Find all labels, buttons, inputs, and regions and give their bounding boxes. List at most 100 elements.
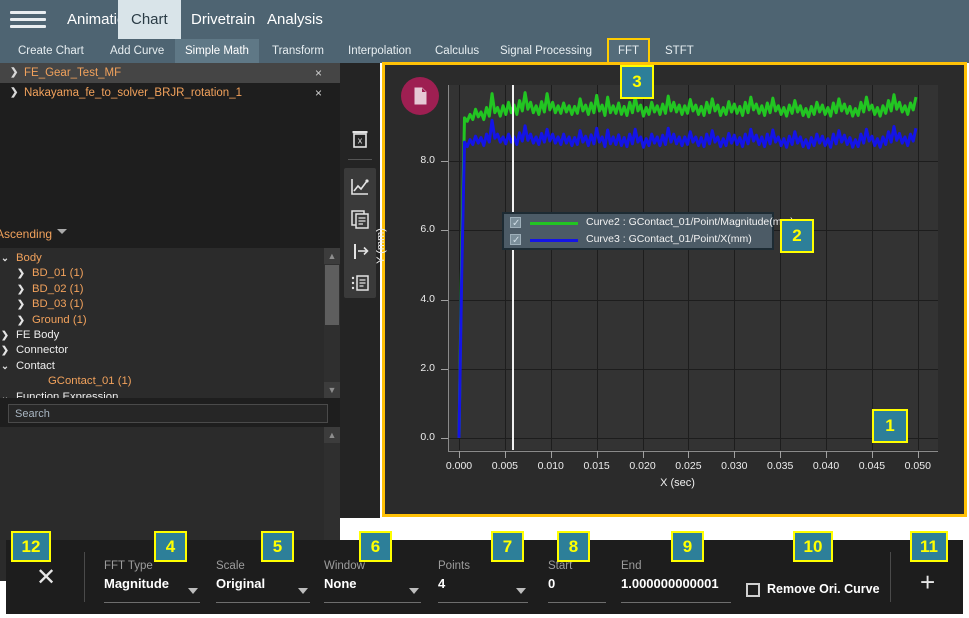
tree-node[interactable]: ❯BD_03 (1) <box>0 297 340 312</box>
tab-signal-processing[interactable]: Signal Processing <box>490 39 602 63</box>
tab-calculus[interactable]: Calculus <box>425 39 489 63</box>
legend-label: Curve3 : GContact_01/Point/X(mm) <box>586 231 752 248</box>
divider <box>890 552 891 602</box>
x-tick <box>918 451 919 458</box>
tree-node-label: BD_01 (1) <box>32 266 84 281</box>
menu-item-analysis[interactable]: Analysis <box>254 0 336 39</box>
tree-node[interactable]: ⌄Body <box>0 251 340 266</box>
tab-interpolation[interactable]: Interpolation <box>338 39 421 63</box>
y-tick-label: 2.0 <box>395 362 435 374</box>
file-icon[interactable] <box>401 77 439 115</box>
remove-ori-curve-checkbox[interactable] <box>746 583 760 597</box>
field-underline <box>324 602 421 603</box>
chart-icon[interactable] <box>346 173 374 201</box>
tab-stft[interactable]: STFT <box>655 39 704 63</box>
legend-row[interactable]: Curve2 : GContact_01/Point/Magnitude(mm) <box>504 214 772 231</box>
close-icon[interactable]: ✕ <box>26 558 66 598</box>
tab-add-curve[interactable]: Add Curve <box>100 39 174 63</box>
y-tick <box>441 300 448 301</box>
annotation-badge-3: 3 <box>620 65 654 99</box>
curve-source-label: Nakayama_fe_to_solver_BRJR_rotation_1 <box>24 83 242 103</box>
plus-icon[interactable]: + <box>920 567 935 598</box>
chevron-right-icon[interactable]: ❯ <box>10 83 18 103</box>
close-icon[interactable]: × <box>315 83 322 103</box>
close-icon[interactable]: × <box>315 63 322 83</box>
x-tick-label: 0.045 <box>850 460 894 472</box>
x-tick-label: 0.010 <box>529 460 573 472</box>
field-end: End1.000000000001 <box>621 560 719 591</box>
hamburger-icon[interactable] <box>10 11 46 29</box>
align-icon[interactable] <box>346 237 374 265</box>
scroll-up-icon[interactable]: ▲ <box>324 248 340 264</box>
tab-transform[interactable]: Transform <box>262 39 334 63</box>
plot-area[interactable] <box>448 85 938 450</box>
dropdown-value[interactable]: Magnitude <box>104 576 169 591</box>
chevron-right-icon[interactable]: ❯ <box>17 313 25 328</box>
x-tick-label: 0.020 <box>621 460 665 472</box>
tree-node[interactable]: ❯BD_02 (1) <box>0 282 340 297</box>
remove-ori-curve-label[interactable]: Remove Ori. Curve <box>767 582 880 596</box>
tab-fft[interactable]: FFT <box>608 39 649 63</box>
tree-scroll-thumb[interactable] <box>325 265 339 325</box>
field-points: Points4 <box>438 560 470 591</box>
chevron-down-icon[interactable]: ⌄ <box>1 390 9 398</box>
dropdown-value[interactable]: None <box>324 576 365 591</box>
chevron-down-icon[interactable] <box>409 588 419 594</box>
tree-node[interactable]: ⌄Contact <box>0 359 340 374</box>
field-scale: ScaleOriginal <box>216 560 265 591</box>
field-underline <box>548 602 606 603</box>
dropdown-value[interactable]: Original <box>216 576 265 591</box>
x-tick <box>734 451 735 458</box>
list-detail-icon[interactable] <box>346 269 374 297</box>
field-underline <box>104 602 200 603</box>
y-tick-label: 6.0 <box>395 223 435 235</box>
chart-panel[interactable]: 0.0000.0050.0100.0150.0200.0250.0300.035… <box>382 62 967 517</box>
legend-row[interactable]: Curve3 : GContact_01/Point/X(mm) <box>504 231 772 248</box>
curve-source-row[interactable]: ❯FE_Gear_Test_MF× <box>0 63 340 83</box>
tree-node[interactable]: ❯Connector <box>0 343 340 358</box>
text-input[interactable]: 1.000000000001 <box>621 576 719 591</box>
chevron-down-icon[interactable] <box>57 229 67 234</box>
y-tick <box>441 438 448 439</box>
cursor-line[interactable] <box>512 85 514 450</box>
search-input[interactable]: Search <box>8 404 328 423</box>
tree-node[interactable]: ❯Ground (1) <box>0 313 340 328</box>
x-tick-label: 0.015 <box>575 460 619 472</box>
chevron-down-icon[interactable] <box>298 588 308 594</box>
chevron-right-icon[interactable]: ❯ <box>1 343 9 358</box>
legend-checkbox[interactable] <box>510 217 521 228</box>
chart-legend[interactable]: Curve2 : GContact_01/Point/Magnitude(mm)… <box>502 212 774 250</box>
annotation-badge-4: 4 <box>154 531 187 562</box>
x-tick-label: 0.005 <box>483 460 527 472</box>
curve-line <box>459 120 916 438</box>
chevron-right-icon[interactable]: ❯ <box>10 63 18 83</box>
chevron-right-icon[interactable]: ❯ <box>17 297 25 312</box>
chevron-right-icon[interactable]: ❯ <box>17 266 25 281</box>
menu-item-chart[interactable]: Chart <box>118 0 181 39</box>
tree-node[interactable]: ❯ FE Body <box>0 328 340 343</box>
chevron-down-icon[interactable]: ⌄ <box>1 359 9 374</box>
chevron-down-icon[interactable] <box>516 588 526 594</box>
chevron-down-icon[interactable]: ⌄ <box>1 251 9 266</box>
legend-checkbox[interactable] <box>510 234 521 245</box>
model-tree[interactable]: ⌄Body❯BD_01 (1)❯BD_02 (1)❯BD_03 (1)❯Grou… <box>0 248 340 398</box>
dropdown-value[interactable]: 4 <box>438 576 470 591</box>
chevron-right-icon[interactable]: ❯ <box>1 328 9 343</box>
tree-node[interactable]: ❯ BD_01 (1) <box>0 266 340 281</box>
delete-icon[interactable]: x <box>346 125 374 153</box>
tab-create-chart[interactable]: Create Chart <box>8 39 94 63</box>
tree-node[interactable]: GContact_01 (1) <box>0 374 340 389</box>
tree-node[interactable]: ⌄Function Expression <box>0 390 340 398</box>
tree-scrollbar[interactable]: ▲ ▼ <box>324 248 340 398</box>
scroll-up-icon[interactable]: ▲ <box>324 427 340 443</box>
text-input[interactable]: 0 <box>548 576 572 591</box>
tab-simple-math[interactable]: Simple Math <box>175 39 259 63</box>
curve-source-row[interactable]: ❯ Nakayama_fe_to_solver_BRJR_rotation_1 × <box>0 83 340 103</box>
tree-node-label: FE Body <box>16 328 59 343</box>
copy-icon[interactable] <box>346 205 374 233</box>
sort-order-label[interactable]: Ascending <box>0 223 52 245</box>
x-tick-label: 0.035 <box>758 460 802 472</box>
chevron-down-icon[interactable] <box>188 588 198 594</box>
scroll-down-icon[interactable]: ▼ <box>324 382 340 398</box>
chevron-right-icon[interactable]: ❯ <box>17 282 25 297</box>
